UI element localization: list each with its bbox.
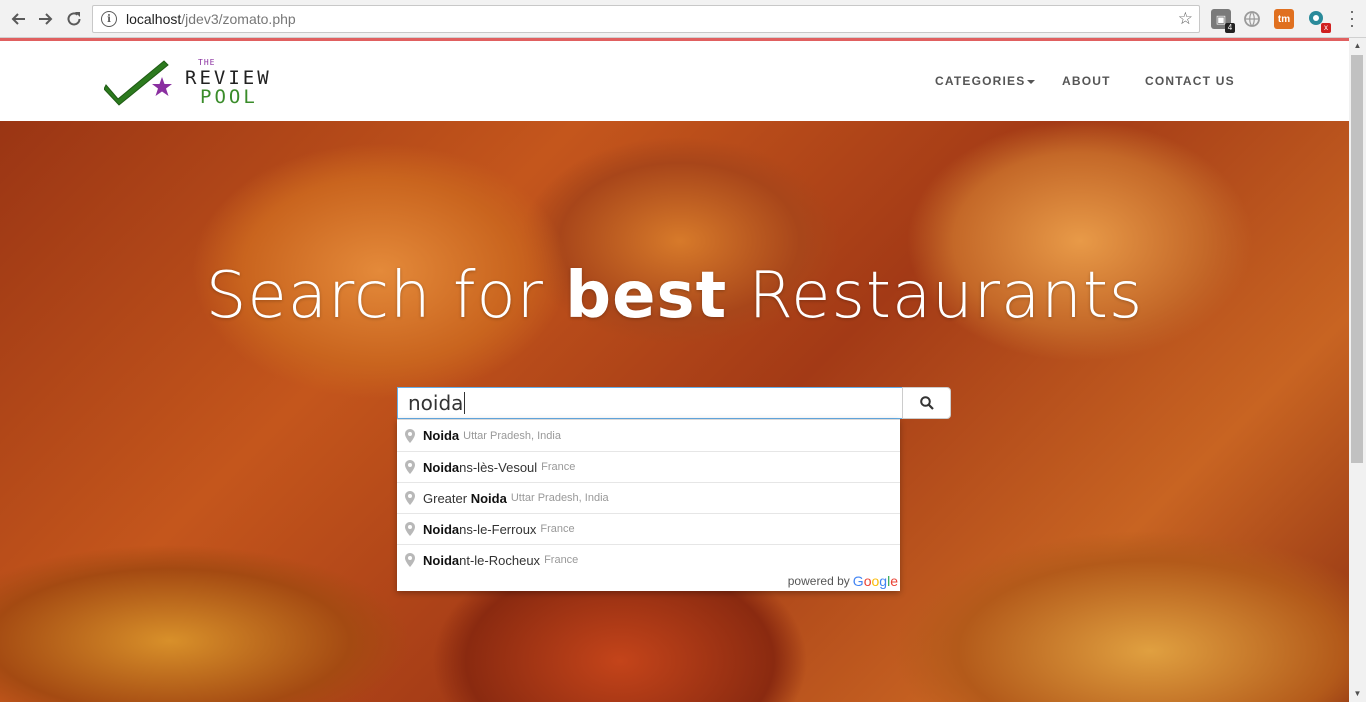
suggestion-match: Noida [423, 428, 460, 443]
forward-arrow-icon [39, 13, 53, 25]
autocomplete-item[interactable]: Noida ns-le-Ferroux France [397, 513, 900, 544]
suggestion-secondary: France [544, 554, 579, 566]
google-logo: Google [852, 573, 898, 589]
suggestion-rest: nt-le-Rocheux [459, 552, 541, 568]
extension-badge: 4 [1225, 23, 1235, 33]
search-input-value: noida [408, 391, 464, 415]
suggestion-secondary: Uttar Pradesh, India [510, 492, 609, 504]
map-pin-icon [403, 489, 417, 507]
suggestion-match: Noida [423, 459, 460, 475]
hero-banner: Search for best Restaurants noida Noida U… [0, 121, 1349, 702]
map-pin-icon [403, 520, 417, 538]
suggestion-rest: ns-le-Ferroux [459, 521, 537, 537]
nav-categories[interactable]: CATEGORIES [935, 74, 1036, 88]
site-navbar: THE REVIEW POOL CATEGORIES ABOUT CONTACT… [0, 41, 1349, 121]
text-cursor [464, 392, 466, 414]
address-bar[interactable]: i localhost/jdev3/zomato.php ☆ [92, 5, 1200, 33]
forward-button[interactable] [34, 7, 58, 31]
suggestion-rest: ns-lès-Vesoul [459, 459, 538, 475]
extension-badge: x [1321, 23, 1331, 33]
autocomplete-item[interactable]: Noida Uttar Pradesh, India [397, 420, 900, 451]
autocomplete-item[interactable]: Noida ns-lès-Vesoul France [397, 451, 900, 482]
page-scrollbar[interactable]: ▲ ▼ [1349, 38, 1366, 702]
suggestion-secondary: France [540, 523, 575, 535]
suggestion-match: Noida [470, 490, 507, 506]
site-info-icon[interactable]: i [101, 11, 117, 27]
nav-categories-label: CATEGORIES [935, 74, 1026, 88]
search-icon [919, 396, 934, 410]
map-pin-icon [403, 551, 417, 569]
extension-chat-icon[interactable]: x [1307, 9, 1331, 33]
scroll-up-arrow-icon[interactable]: ▲ [1349, 38, 1366, 54]
reload-button[interactable] [62, 7, 86, 31]
back-button[interactable] [6, 7, 30, 31]
browser-menu-icon[interactable]: · · · [1348, 2, 1356, 34]
location-search-input[interactable]: noida [397, 387, 903, 419]
site-logo[interactable]: THE REVIEW POOL [104, 55, 274, 108]
bookmark-star-icon[interactable]: ☆ [1178, 9, 1193, 29]
suggestion-secondary: France [541, 461, 576, 473]
back-arrow-icon [11, 13, 25, 25]
extension-tm-icon[interactable]: tm [1274, 9, 1294, 29]
suggestion-secondary: Uttar Pradesh, India [463, 429, 561, 442]
nav-about[interactable]: ABOUT [1062, 74, 1111, 88]
reload-icon [67, 12, 81, 26]
hero-title: Search for best Restaurants [205, 259, 1144, 333]
suggestion-match: Noida [423, 521, 460, 537]
autocomplete-item[interactable]: Noida nt-le-Rocheux France [397, 544, 900, 575]
scrollbar-thumb[interactable] [1351, 55, 1363, 463]
browser-toolbar: i localhost/jdev3/zomato.php ☆ ▣ 4 tm x … [0, 0, 1366, 38]
logo-pool-text: POOL [200, 86, 258, 108]
map-pin-icon [403, 427, 417, 445]
url-text: localhost/jdev3/zomato.php [126, 11, 296, 27]
checkmark-star-logo-icon [104, 60, 172, 106]
map-pin-icon [403, 458, 417, 476]
autocomplete-item[interactable]: Greater Noida Uttar Pradesh, India [397, 482, 900, 513]
caret-down-icon [1027, 79, 1036, 84]
suggestion-prefix: Greater [423, 490, 471, 506]
powered-by-google: powered by Google [788, 573, 898, 589]
nav-contact-us[interactable]: CONTACT US [1145, 74, 1235, 88]
extension-globe-icon[interactable] [1242, 9, 1262, 29]
logo-the-text: THE [198, 58, 216, 67]
suggestion-match: Noida [423, 552, 460, 568]
extension-wallet-icon[interactable]: ▣ 4 [1211, 9, 1235, 33]
scroll-down-arrow-icon[interactable]: ▼ [1349, 686, 1366, 702]
autocomplete-dropdown: Noida Uttar Pradesh, India Noida ns-lès-Ve… [397, 419, 900, 591]
powered-by-label: powered by [787, 574, 850, 588]
search-button[interactable] [902, 387, 951, 419]
